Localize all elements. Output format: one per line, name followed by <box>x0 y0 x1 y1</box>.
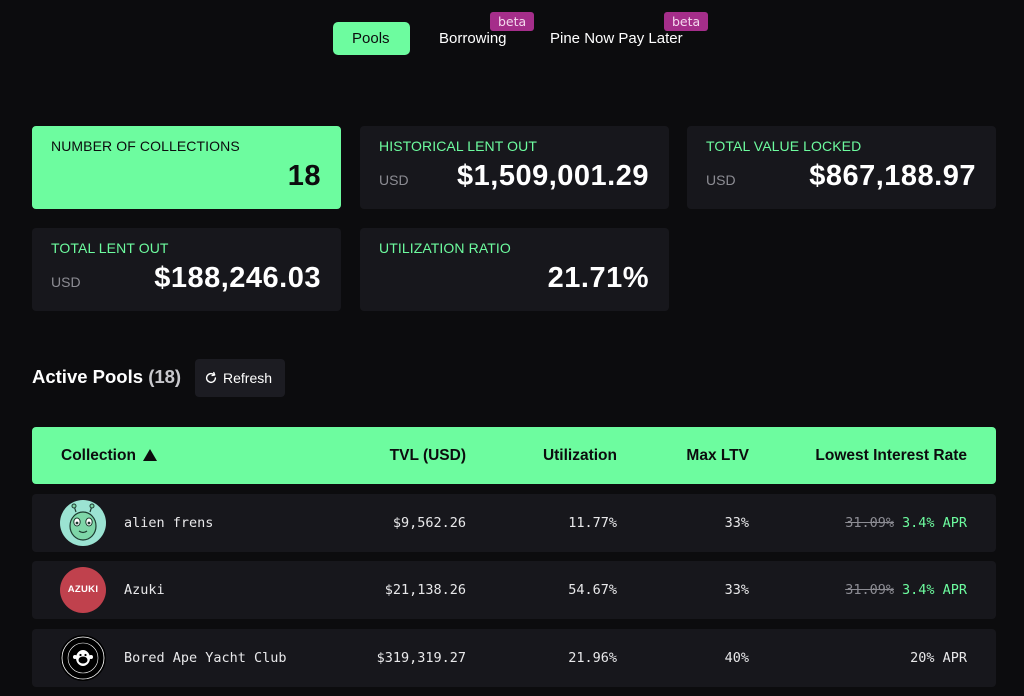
stat-unit: USD <box>51 274 81 290</box>
tab-pools[interactable]: Pools <box>333 22 410 55</box>
active-pools-heading: Active Pools (18) <box>32 366 181 388</box>
utilization-value: 21.96% <box>568 650 617 666</box>
stat-card-utilization: UTILIZATION RATIO 21.71% <box>360 228 669 311</box>
table-row[interactable]: Bored Ape Yacht Club $319,319.27 21.96% … <box>32 629 996 687</box>
stat-value: $867,188.97 <box>809 160 976 192</box>
collection-name: Azuki <box>124 582 165 598</box>
stat-label: TOTAL LENT OUT <box>51 240 169 256</box>
stat-card-total-value-locked: TOTAL VALUE LOCKED USD $867,188.97 <box>687 126 996 209</box>
tvl-value: $319,319.27 <box>376 650 466 666</box>
stat-card-historical-lent: HISTORICAL LENT OUT USD $1,509,001.29 <box>360 126 669 209</box>
stat-value: $1,509,001.29 <box>457 160 649 192</box>
top-nav: Pools Borrowing beta Pine Now Pay Later … <box>0 12 1024 55</box>
interest-rate: 20% APR <box>910 650 967 666</box>
current-rate: 3.4% APR <box>901 582 967 598</box>
column-tvl[interactable]: TVL (USD) <box>390 427 466 484</box>
stat-label: NUMBER OF COLLECTIONS <box>51 138 240 154</box>
pool-count: (18) <box>148 366 182 387</box>
stat-unit: USD <box>379 172 409 188</box>
beta-badge: beta <box>664 12 709 31</box>
stat-card-collections: NUMBER OF COLLECTIONS 18 <box>32 126 341 209</box>
collection-name: alien frens <box>124 515 214 531</box>
max-ltv-value: 33% <box>724 515 749 531</box>
tvl-value: $9,562.26 <box>392 515 466 531</box>
azuki-avatar: AZUKI <box>60 567 106 613</box>
refresh-label: Refresh <box>223 370 273 386</box>
utilization-value: 11.77% <box>568 515 617 531</box>
alien-frens-avatar <box>60 500 106 546</box>
sort-ascending-icon <box>142 449 157 461</box>
collection-name: Bored Ape Yacht Club <box>124 650 287 666</box>
max-ltv-value: 33% <box>724 582 749 598</box>
column-utilization[interactable]: Utilization <box>543 427 617 484</box>
tab-pine-now-pay-later[interactable]: Pine Now Pay Later <box>550 22 683 55</box>
utilization-value: 54.67% <box>568 582 617 598</box>
stat-card-total-lent: TOTAL LENT OUT USD $188,246.03 <box>32 228 341 311</box>
interest-rate: 31.09% 3.4% APR <box>845 561 967 619</box>
beta-badge: beta <box>490 12 535 31</box>
refresh-button[interactable]: Refresh <box>195 359 285 397</box>
stat-label: UTILIZATION RATIO <box>379 240 511 256</box>
max-ltv-value: 40% <box>724 650 749 666</box>
column-collection[interactable]: Collection <box>61 427 157 484</box>
pools-table-header: Collection TVL (USD) Utilization Max LTV… <box>32 427 996 484</box>
stat-label: HISTORICAL LENT OUT <box>379 138 538 154</box>
tvl-value: $21,138.26 <box>384 582 466 598</box>
stat-label: TOTAL VALUE LOCKED <box>706 138 862 154</box>
section-title: Active Pools <box>32 366 144 387</box>
avatar-logo-text: AZUKI <box>67 584 99 595</box>
table-row[interactable]: alien frens $9,562.26 11.77% 33% 31.09% 3… <box>32 494 996 552</box>
stat-value: $188,246.03 <box>154 262 321 294</box>
bayc-avatar <box>60 635 106 681</box>
old-rate: 31.09% <box>845 515 894 531</box>
stat-unit: USD <box>706 172 736 188</box>
column-max-ltv[interactable]: Max LTV <box>686 427 749 484</box>
stat-value: 18 <box>287 160 321 192</box>
interest-rate: 31.09% 3.4% APR <box>845 494 967 552</box>
column-lowest-interest-rate[interactable]: Lowest Interest Rate <box>815 427 967 484</box>
table-row[interactable]: AZUKI Azuki $21,138.26 54.67% 33% 31.09%… <box>32 561 996 619</box>
refresh-icon <box>205 371 217 384</box>
old-rate: 31.09% <box>845 582 894 598</box>
current-rate: 3.4% APR <box>901 515 967 531</box>
stat-value: 21.71% <box>547 262 649 294</box>
